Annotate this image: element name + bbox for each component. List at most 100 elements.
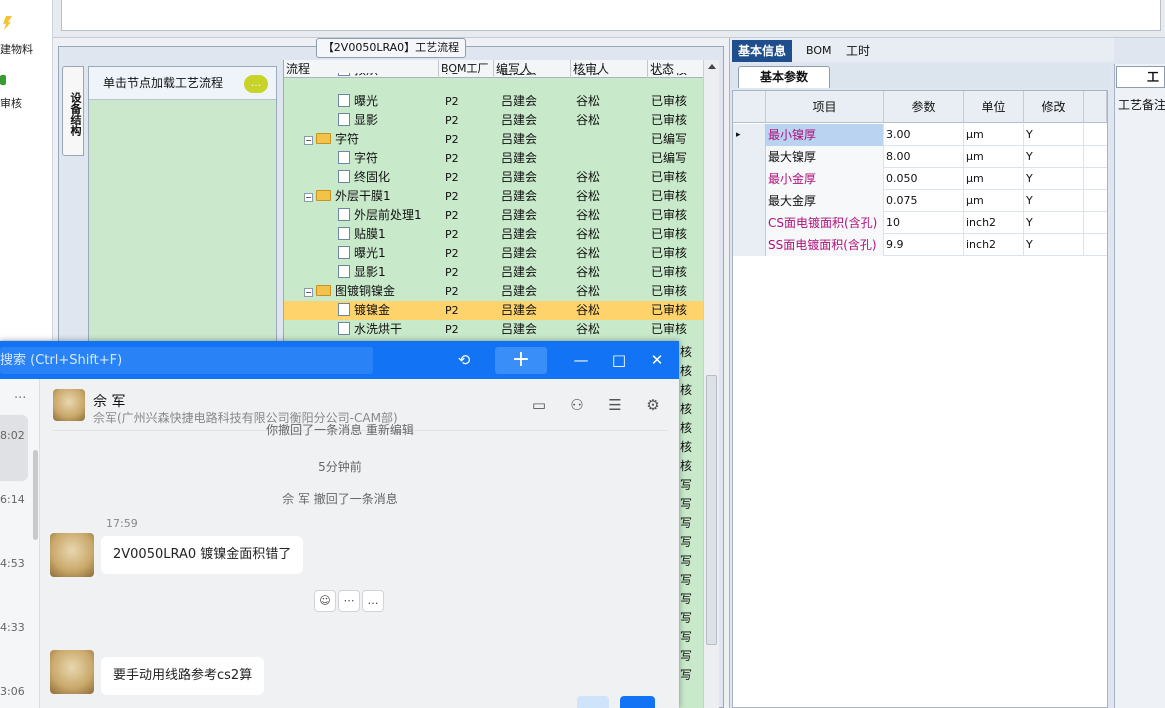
collapse-icon[interactable]: − <box>304 193 313 202</box>
row-header[interactable]: ▸ <box>733 124 766 146</box>
tree-row[interactable]: − 外层干膜1 P2 吕建会 谷松 已审核 <box>284 187 704 206</box>
scroll-thumb[interactable] <box>706 375 717 645</box>
param-unit-cell[interactable]: inch2 <box>964 234 1024 256</box>
more-icon[interactable]: … <box>362 590 384 612</box>
param-value-cell[interactable]: 3.00 <box>884 124 964 146</box>
tree-row[interactable]: 曝光1 P2 吕建会 谷松 已审核 <box>284 244 704 263</box>
param-value-cell[interactable]: 0.050 <box>884 168 964 190</box>
row-header[interactable] <box>733 234 766 256</box>
tree-row[interactable]: − 图镀铜镍金 P2 吕建会 谷松 已审核 <box>284 282 704 301</box>
tree-node[interactable]: 镀镍金 <box>338 301 390 320</box>
param-unit-cell[interactable]: μm <box>964 168 1024 190</box>
tree-row[interactable]: 外层前处理1 P2 吕建会 谷松 已审核 <box>284 206 704 225</box>
tree-scrollbar[interactable] <box>703 60 719 708</box>
tree-row[interactable]: 显影 P2 吕建会 谷松 已审核 <box>284 111 704 130</box>
sender-avatar[interactable] <box>50 533 94 577</box>
maximize-icon[interactable]: □ <box>609 350 629 370</box>
param-edit-cell[interactable]: Y <box>1024 190 1084 212</box>
tree-row[interactable]: 显影1 P2 吕建会 谷松 已审核 <box>284 263 704 282</box>
param-edit-cell[interactable]: Y <box>1024 124 1084 146</box>
param-edit-cell[interactable]: Y <box>1024 146 1084 168</box>
send-button[interactable] <box>620 696 655 708</box>
collapse-icon[interactable]: − <box>304 136 313 145</box>
scroll-up-icon[interactable] <box>708 64 716 69</box>
tree-node[interactable]: 预烘 <box>338 73 378 80</box>
tree-row[interactable]: 终固化 P2 吕建会 谷松 已审核 <box>284 168 704 187</box>
side-tab-equipment[interactable]: 设备结构 <box>62 66 84 156</box>
param-row[interactable]: ▸ 最小镍厚 3.00 μm Y <box>733 124 1107 146</box>
tree-node[interactable]: 曝光1 <box>338 244 386 263</box>
contact-name[interactable]: 佘 军 <box>93 391 125 411</box>
folder-icon[interactable]: ▭ <box>529 395 549 415</box>
param-value-cell[interactable]: 8.00 <box>884 146 964 168</box>
param-unit-cell[interactable]: inch2 <box>964 212 1024 234</box>
param-unit-cell[interactable]: μm <box>964 190 1024 212</box>
param-edit-cell[interactable]: Y <box>1024 234 1084 256</box>
col-header-value[interactable]: 参数 <box>884 91 964 123</box>
tree-row[interactable]: − 字符 P2 吕建会 已编写 <box>284 130 704 149</box>
col-header-unit[interactable]: 单位 <box>964 91 1024 123</box>
conv-item-active[interactable] <box>0 415 28 481</box>
tree-row[interactable]: 预烘 P2 吕建会 谷松 已审核 <box>284 73 704 80</box>
param-value-cell[interactable]: 0.075 <box>884 190 964 212</box>
conversation-list[interactable]: ··· 8:02 6:14 4:53 4:33 3:06 <box>0 379 40 708</box>
tree-node[interactable]: − 外层干膜1 <box>304 187 391 206</box>
tree-node[interactable]: 字符 <box>338 149 378 168</box>
collapse-icon[interactable]: − <box>304 288 313 297</box>
contact-avatar[interactable] <box>53 389 85 421</box>
history-icon[interactable]: ⟲ <box>454 350 474 370</box>
more-dots[interactable]: ··· <box>14 391 26 406</box>
node-hint[interactable]: 单击节点加载工艺流程 … <box>89 67 276 100</box>
reply-icon[interactable]: ⋯ <box>338 590 360 612</box>
tree-row[interactable]: 贴膜1 P2 吕建会 谷松 已审核 <box>284 225 704 244</box>
nav-item-review[interactable]: 审核 <box>0 95 53 111</box>
param-edit-cell[interactable]: Y <box>1024 168 1084 190</box>
minimize-icon[interactable]: — <box>571 350 591 370</box>
param-unit-cell[interactable]: μm <box>964 146 1024 168</box>
tab-bom[interactable]: BOM <box>800 40 838 62</box>
tree-node[interactable]: 水洗烘干 <box>338 320 402 339</box>
tree-node[interactable]: 外层前处理1 <box>338 206 422 225</box>
tab-hours[interactable]: 工时 <box>840 40 876 62</box>
close-icon[interactable]: ✕ <box>647 350 667 370</box>
col-header-item[interactable]: 项目 <box>766 91 884 123</box>
row-header[interactable] <box>733 212 766 234</box>
nav-item-material[interactable]: 建物料 <box>0 41 53 57</box>
add-button[interactable]: + <box>495 347 547 374</box>
message-bubble[interactable]: 要手动用线路参考cs2算 <box>101 657 265 695</box>
row-header[interactable] <box>733 190 766 212</box>
param-row[interactable]: SS面电镀面积(含孔) 9.9 inch2 Y <box>733 234 1107 256</box>
param-value-cell[interactable]: 9.9 <box>884 234 964 256</box>
message-bubble[interactable]: 2V0050LRA0 镀镍金面积错了 <box>101 536 304 574</box>
tree-node[interactable]: − 字符 <box>304 130 359 149</box>
tab-basic-info[interactable]: 基本信息 <box>732 40 793 62</box>
tree-row[interactable]: 字符 P2 吕建会 已编写 <box>284 149 704 168</box>
add-contact-icon[interactable]: ⚇ <box>567 395 587 415</box>
param-row[interactable]: 最大金厚 0.075 μm Y <box>733 190 1107 212</box>
settings-icon[interactable]: ⚙ <box>643 395 663 415</box>
emoji-reaction-icon[interactable]: ☺ <box>314 590 336 612</box>
row-header[interactable] <box>733 146 766 168</box>
tree-node[interactable]: 显影 <box>338 111 378 130</box>
tree-node[interactable]: 曝光 <box>338 92 378 111</box>
tree-node[interactable]: 终固化 <box>338 168 390 187</box>
row-header[interactable] <box>733 168 766 190</box>
params-grid[interactable]: 项目 参数 单位 修改 ▸ 最小镍厚 3.00 μm Y 最大镍厚 8.00 μm Y 最小金厚 0… <box>732 90 1108 708</box>
param-row[interactable]: 最大镍厚 8.00 μm Y <box>733 146 1107 168</box>
tree-node[interactable]: − 图镀铜镍金 <box>304 282 395 301</box>
param-row[interactable]: 最小金厚 0.050 μm Y <box>733 168 1107 190</box>
review-icon[interactable] <box>0 75 6 85</box>
param-value-cell[interactable]: 10 <box>884 212 964 234</box>
chat-bubble-icon[interactable]: … <box>244 75 268 93</box>
param-row[interactable]: CS面电镀面积(含孔) 10 inch2 Y <box>733 212 1107 234</box>
param-unit-cell[interactable]: μm <box>964 124 1024 146</box>
tree-row[interactable]: 曝光 P2 吕建会 谷松 已审核 <box>284 92 704 111</box>
material-icon[interactable] <box>3 16 12 30</box>
chat-action-button[interactable] <box>577 696 609 708</box>
search-input[interactable]: 搜索 (Ctrl+Shift+F) <box>0 347 373 374</box>
param-edit-cell[interactable]: Y <box>1024 212 1084 234</box>
tree-row[interactable]: 镀镍金 P2 吕建会 谷松 已审核 <box>284 301 704 320</box>
tab-process-remark[interactable]: 工 <box>1116 66 1165 88</box>
top-input-area[interactable] <box>61 0 1161 31</box>
col-header-edit[interactable]: 修改 <box>1024 91 1084 123</box>
